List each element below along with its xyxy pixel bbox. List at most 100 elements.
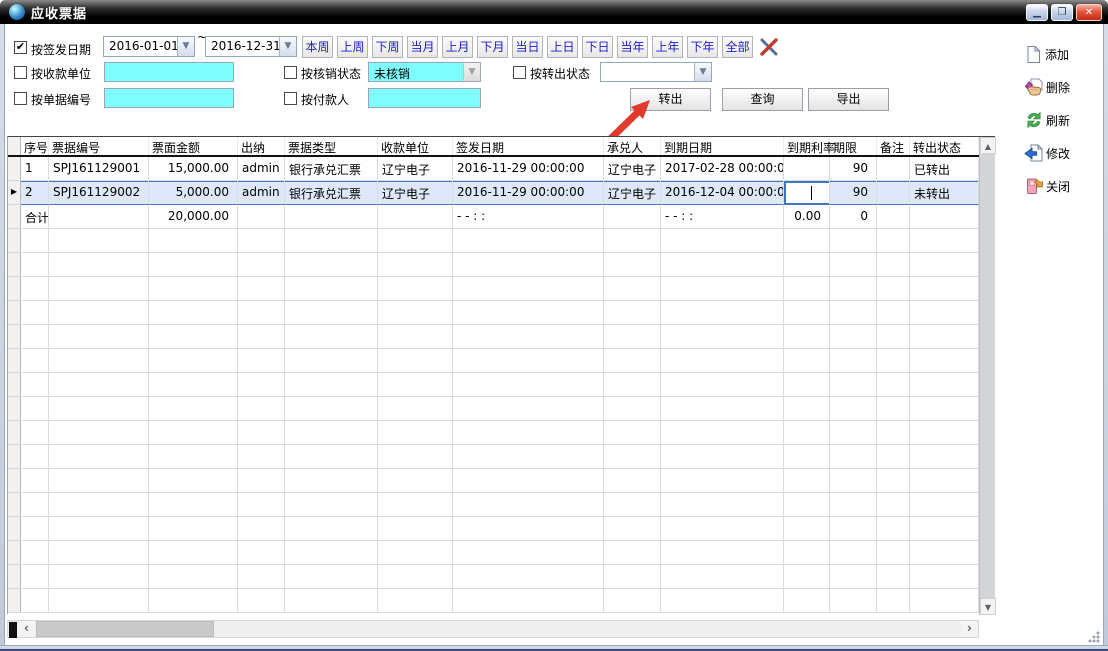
date-to-combobox[interactable]: 2016-12-31 ▼ <box>205 36 297 57</box>
horizontal-scrollbar[interactable]: ‹ › <box>7 620 979 638</box>
quick-range-button-9[interactable]: 当年 <box>617 36 648 58</box>
transfer-status-combobox[interactable]: ▼ <box>600 62 712 82</box>
writeoff-status-combobox[interactable]: 未核销 ▼ <box>368 62 481 82</box>
quick-range-button-1[interactable]: 上周 <box>337 36 368 58</box>
side-button-delete[interactable]: 删除 <box>1024 75 1102 99</box>
filter-transfer-checkbox[interactable] <box>513 66 526 79</box>
grid-cell[interactable]: SPJ161129002 <box>49 181 149 205</box>
quick-range-button-8[interactable]: 下日 <box>582 36 613 58</box>
row-indicator[interactable] <box>8 301 21 325</box>
transfer-out-button[interactable]: 转出 <box>630 88 711 111</box>
grid-cell[interactable]: 90 <box>830 181 877 205</box>
grid-cell[interactable]: SPJ161129001 <box>49 157 149 181</box>
grid-cell[interactable]: 辽宁电子 <box>604 157 661 181</box>
maximize-button[interactable]: ❒ <box>1051 4 1073 21</box>
grid-cell[interactable]: 2016-11-29 00:00:00 <box>453 157 604 181</box>
grid-cell[interactable]: admin <box>238 157 285 181</box>
hscroll-thumb[interactable] <box>36 621 214 637</box>
column-header-12[interactable]: 转出状态 <box>910 137 979 155</box>
quick-range-button-4[interactable]: 上月 <box>442 36 473 58</box>
column-header-4[interactable]: 票据类型 <box>285 137 378 155</box>
row-indicator[interactable] <box>8 541 21 565</box>
row-indicator[interactable] <box>8 397 21 421</box>
minimize-button[interactable]: ▁ <box>1026 4 1048 21</box>
quick-range-button-10[interactable]: 上年 <box>652 36 683 58</box>
row-indicator[interactable] <box>8 517 21 541</box>
vertical-scrollbar[interactable]: ▲ ▼ <box>979 137 995 615</box>
grid-cell[interactable] <box>877 157 910 181</box>
quick-range-button-3[interactable]: 当月 <box>407 36 438 58</box>
column-header-5[interactable]: 收款单位 <box>378 137 453 155</box>
grid-row-2[interactable]: ▶2SPJ1611290025,000.00admin银行承兑汇票 辽宁电子201… <box>8 181 979 205</box>
row-indicator[interactable] <box>8 205 21 229</box>
scroll-left-icon[interactable]: ‹ <box>18 621 35 637</box>
row-indicator[interactable] <box>8 469 21 493</box>
grid-cell[interactable] <box>784 157 830 181</box>
payee-input[interactable] <box>104 62 234 82</box>
filter-date-checkbox[interactable] <box>14 41 27 54</box>
scroll-right-icon[interactable]: › <box>961 621 978 637</box>
column-header-0[interactable]: 序号 <box>21 137 49 155</box>
grid-cell[interactable]: 2 <box>21 181 49 205</box>
row-indicator[interactable] <box>8 325 21 349</box>
query-button[interactable]: 查询 <box>722 88 803 111</box>
column-header-7[interactable]: 承兑人 <box>604 137 661 155</box>
grid-cell[interactable]: 5,000.00 <box>149 181 238 205</box>
window-resize-grip[interactable] <box>1088 631 1100 643</box>
grid-cell[interactable]: admin <box>238 181 285 205</box>
grid-cell[interactable]: 2016-12-04 00:00:00 <box>661 181 784 205</box>
quick-range-button-0[interactable]: 本周 <box>302 36 333 58</box>
row-indicator[interactable] <box>8 373 21 397</box>
filter-payee-checkbox[interactable] <box>14 66 27 79</box>
row-indicator[interactable] <box>8 493 21 517</box>
docno-input[interactable] <box>104 88 234 108</box>
grid-cell[interactable]: 1 <box>21 157 49 181</box>
quick-range-button-11[interactable]: 下年 <box>687 36 718 58</box>
grid-cell[interactable]: 2017-02-28 00:00:00 <box>661 157 784 181</box>
chevron-down-icon[interactable]: ▼ <box>463 63 480 81</box>
chevron-down-icon[interactable]: ▼ <box>279 37 296 56</box>
payer-input[interactable] <box>368 88 481 108</box>
grid-cell[interactable]: 银行承兑汇票 <box>285 157 378 181</box>
column-header-8[interactable]: 到期日期 <box>661 137 784 155</box>
side-button-close[interactable]: 关闭 <box>1024 174 1102 198</box>
grid-cell[interactable] <box>877 181 910 205</box>
grid-cell[interactable]: 90 <box>830 157 877 181</box>
clear-filter-button[interactable] <box>757 37 781 57</box>
grid-cell[interactable]: 辽宁电子 <box>378 157 453 181</box>
column-header-2[interactable]: 票面金额 <box>149 137 238 155</box>
scroll-down-icon[interactable]: ▼ <box>980 598 996 615</box>
grid-cell[interactable]: 银行承兑汇票 <box>285 181 378 205</box>
side-button-refresh[interactable]: 刷新 <box>1024 108 1102 132</box>
chevron-down-icon[interactable]: ▼ <box>694 63 711 81</box>
quick-range-button-12[interactable]: 全部 <box>722 36 753 58</box>
column-header-3[interactable]: 出纳 <box>238 137 285 155</box>
grid-cell[interactable]: 辽宁电子 <box>604 181 661 205</box>
close-button[interactable]: ✕ <box>1076 4 1102 21</box>
row-indicator[interactable] <box>8 157 21 181</box>
filter-writeoff-checkbox[interactable] <box>284 66 297 79</box>
quick-range-button-6[interactable]: 当日 <box>512 36 543 58</box>
grid-cell[interactable]: 15,000.00 <box>149 157 238 181</box>
row-indicator[interactable] <box>8 137 21 155</box>
column-header-11[interactable]: 备注 <box>877 137 910 155</box>
row-indicator[interactable] <box>8 349 21 373</box>
grid-cell[interactable]: 2016-11-29 00:00:00 <box>453 181 604 205</box>
filter-docno-checkbox[interactable] <box>14 92 27 105</box>
grid-splitter-handle[interactable] <box>9 622 17 638</box>
row-indicator[interactable] <box>8 277 21 301</box>
row-indicator[interactable] <box>8 421 21 445</box>
side-button-add[interactable]: 添加 <box>1024 42 1102 66</box>
row-indicator-selected[interactable]: ▶ <box>8 181 21 205</box>
grid-cell[interactable] <box>784 181 830 205</box>
row-indicator[interactable] <box>8 565 21 589</box>
quick-range-button-7[interactable]: 上日 <box>547 36 578 58</box>
column-header-6[interactable]: 签发日期 <box>453 137 604 155</box>
date-from-combobox[interactable]: 2016-01-01 ▼ <box>103 36 195 57</box>
grid-cell[interactable]: 未转出 <box>910 181 979 205</box>
quick-range-button-2[interactable]: 下周 <box>372 36 403 58</box>
grid-row-1[interactable]: 1SPJ16112900115,000.00admin银行承兑汇票辽宁电子201… <box>8 157 979 181</box>
column-header-10[interactable]: 期限 <box>830 137 877 155</box>
filter-payer-checkbox[interactable] <box>284 92 297 105</box>
scroll-up-icon[interactable]: ▲ <box>980 137 996 154</box>
